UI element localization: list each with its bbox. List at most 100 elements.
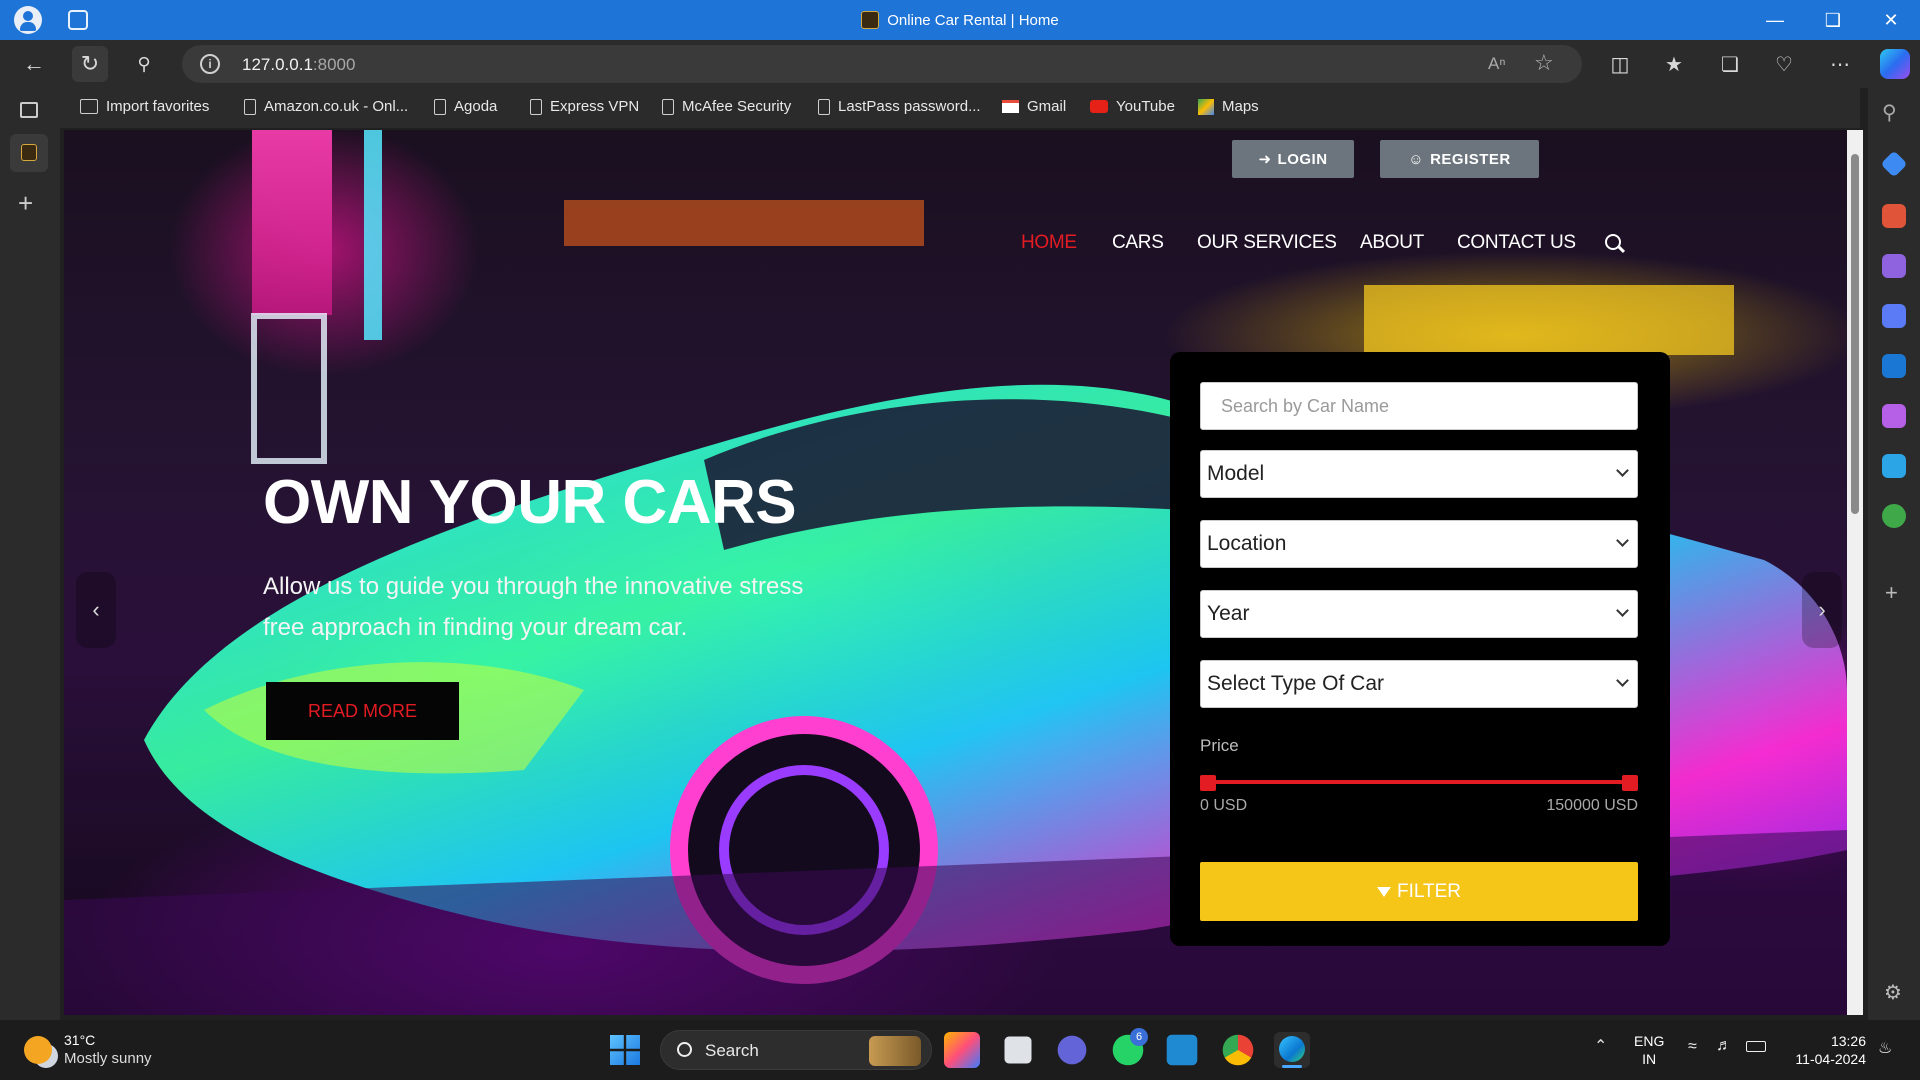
chevron-down-icon xyxy=(1616,674,1629,687)
carousel-next-icon[interactable]: › xyxy=(1802,572,1842,648)
favorite-gmail[interactable]: Gmail xyxy=(1002,98,1066,115)
car-type-select[interactable]: Select Type Of Car xyxy=(1200,660,1638,708)
document-icon xyxy=(244,98,256,115)
show-hidden-icons[interactable]: ⌃ xyxy=(1594,1036,1607,1056)
car-name-search-input[interactable]: Search by Car Name xyxy=(1200,382,1638,430)
site-info-icon[interactable]: i xyxy=(200,54,220,74)
notification-bell-icon[interactable]: ♨ xyxy=(1878,1038,1892,1058)
add-sidebar-app-icon[interactable]: + xyxy=(1885,580,1898,606)
volume-icon[interactable]: ♬ xyxy=(1716,1037,1732,1055)
document-icon xyxy=(530,98,542,115)
tree-icon[interactable] xyxy=(1882,504,1906,528)
favorite-star-icon[interactable]: ☆ xyxy=(1534,50,1554,76)
favorite-lastpass[interactable]: LastPass password... xyxy=(818,98,981,115)
favorite-import[interactable]: Import favorites xyxy=(80,98,209,115)
collections-icon[interactable]: ❏ xyxy=(1712,46,1748,82)
slider-track[interactable] xyxy=(1206,780,1632,784)
weather-widget[interactable]: 31°C Mostly sunny xyxy=(24,1030,224,1070)
window-title: Online Car Rental | Home xyxy=(0,11,1920,29)
address-bar[interactable]: i 127.0.0.1:8000 Aⁿ ☆ xyxy=(182,45,1582,83)
tab-actions-icon[interactable] xyxy=(20,102,38,118)
chrome-icon[interactable] xyxy=(1222,1034,1254,1066)
model-select[interactable]: Model xyxy=(1200,450,1638,498)
read-aloud-icon[interactable]: Aⁿ xyxy=(1488,54,1506,74)
task-view-icon[interactable] xyxy=(1004,1036,1032,1064)
price-max-label: 150000 USD xyxy=(1546,797,1638,814)
start-icon[interactable] xyxy=(610,1035,640,1065)
carousel-prev-icon[interactable]: ‹ xyxy=(76,572,116,648)
shopping-icon[interactable] xyxy=(1880,150,1908,178)
sidebar-search-icon[interactable]: ⚲ xyxy=(1882,100,1897,125)
nav-about[interactable]: ABOUT xyxy=(1360,232,1424,254)
edge-sidebar: ⚲ + ⚙ xyxy=(1868,88,1920,1020)
wifi-icon[interactable]: ≈ xyxy=(1688,1038,1697,1056)
tools-icon[interactable] xyxy=(1882,204,1906,228)
edge-icon[interactable] xyxy=(1274,1032,1310,1068)
outlook-icon[interactable] xyxy=(1882,354,1906,378)
title-bar: Online Car Rental | Home — ❑ ✕ xyxy=(0,0,1920,40)
nav-cars[interactable]: CARS xyxy=(1112,232,1164,254)
games-icon[interactable] xyxy=(1882,254,1906,278)
gmail-icon xyxy=(1002,100,1019,113)
favorite-amazon[interactable]: Amazon.co.uk - Onl... xyxy=(244,98,408,115)
sidebar-settings-icon[interactable]: ⚙ xyxy=(1884,980,1902,1005)
nav-home[interactable]: HOME xyxy=(1021,232,1077,254)
document-icon xyxy=(662,98,674,115)
favorite-expressvpn[interactable]: Express VPN xyxy=(530,98,639,115)
url-text[interactable]: 127.0.0.1:8000 xyxy=(242,55,355,75)
login-icon: ➜ xyxy=(1258,151,1272,168)
split-screen-icon[interactable]: ◫ xyxy=(1602,46,1638,82)
battery-icon[interactable] xyxy=(1746,1041,1766,1052)
active-tab-favicon[interactable] xyxy=(10,134,48,172)
year-select[interactable]: Year xyxy=(1200,590,1638,638)
more-menu-icon[interactable]: ⋯ xyxy=(1822,46,1858,82)
copilot-icon[interactable] xyxy=(1880,49,1910,79)
price-range-slider[interactable] xyxy=(1200,772,1638,792)
browser-essentials-icon[interactable]: ♡ xyxy=(1766,46,1802,82)
favorites-icon[interactable]: ★ xyxy=(1656,46,1692,82)
taskbar-search[interactable]: Search xyxy=(660,1030,932,1070)
chevron-down-icon xyxy=(1616,464,1629,477)
site-logo-icon xyxy=(21,144,37,161)
copilot-preview-icon[interactable] xyxy=(944,1032,980,1068)
restore-button[interactable]: ❑ xyxy=(1804,0,1862,40)
hero-text: Allow us to guide you through the innova… xyxy=(263,573,804,641)
location-select[interactable]: Location xyxy=(1200,520,1638,568)
login-button[interactable]: ➜ LOGIN xyxy=(1232,140,1354,178)
register-button[interactable]: ☺ REGISTER xyxy=(1380,140,1539,178)
designer-icon[interactable] xyxy=(1882,404,1906,428)
language-indicator[interactable]: ENG IN xyxy=(1634,1032,1664,1068)
teams-meet-icon[interactable] xyxy=(1057,1035,1087,1065)
scrollbar-thumb[interactable] xyxy=(1851,154,1859,514)
maps-icon xyxy=(1198,98,1214,115)
favorite-agoda[interactable]: Agoda xyxy=(434,98,497,115)
nav-our-services[interactable]: OUR SERVICES xyxy=(1197,232,1337,254)
copilot-sidebar-icon[interactable] xyxy=(1882,304,1906,328)
back-icon[interactable]: ← xyxy=(16,46,52,82)
vscode-icon[interactable] xyxy=(1166,1034,1198,1066)
clock[interactable]: 13:26 11-04-2024 xyxy=(1780,1032,1866,1068)
minimize-button[interactable]: — xyxy=(1746,0,1804,40)
price-min-label: 0 USD xyxy=(1200,797,1248,814)
telegram-icon[interactable] xyxy=(1882,454,1906,478)
web-page: ➜ LOGIN ☺ REGISTER HOME CARS OUR SERVICES … xyxy=(64,130,1847,1015)
nav-contact-us[interactable]: CONTACT US xyxy=(1457,232,1576,254)
filter-button[interactable]: FILTER xyxy=(1200,862,1638,921)
import-icon xyxy=(80,99,98,114)
browser-toolbar: ← ↻ ⚲ i 127.0.0.1:8000 Aⁿ ☆ ◫ ★ ❏ ♡ ⋯ xyxy=(0,40,1920,88)
search-icon[interactable]: ⚲ xyxy=(126,46,162,82)
vertical-tabs-strip: + xyxy=(0,88,60,1020)
new-tab-icon[interactable]: + xyxy=(18,188,33,219)
site-search-icon[interactable] xyxy=(1605,234,1626,254)
favorite-youtube[interactable]: YouTube xyxy=(1090,98,1175,115)
read-more-button[interactable]: READ MORE xyxy=(266,682,459,740)
slider-max-handle[interactable] xyxy=(1622,775,1638,791)
sun-cloud-icon xyxy=(24,1036,52,1064)
slider-min-handle[interactable] xyxy=(1200,775,1216,791)
favorite-mcafee[interactable]: McAfee Security xyxy=(662,98,791,115)
price-label: Price xyxy=(1200,736,1239,755)
close-button[interactable]: ✕ xyxy=(1862,0,1920,40)
refresh-icon[interactable]: ↻ xyxy=(72,46,108,82)
page-scrollbar[interactable] xyxy=(1847,130,1863,1015)
favorite-maps[interactable]: Maps xyxy=(1198,98,1259,115)
